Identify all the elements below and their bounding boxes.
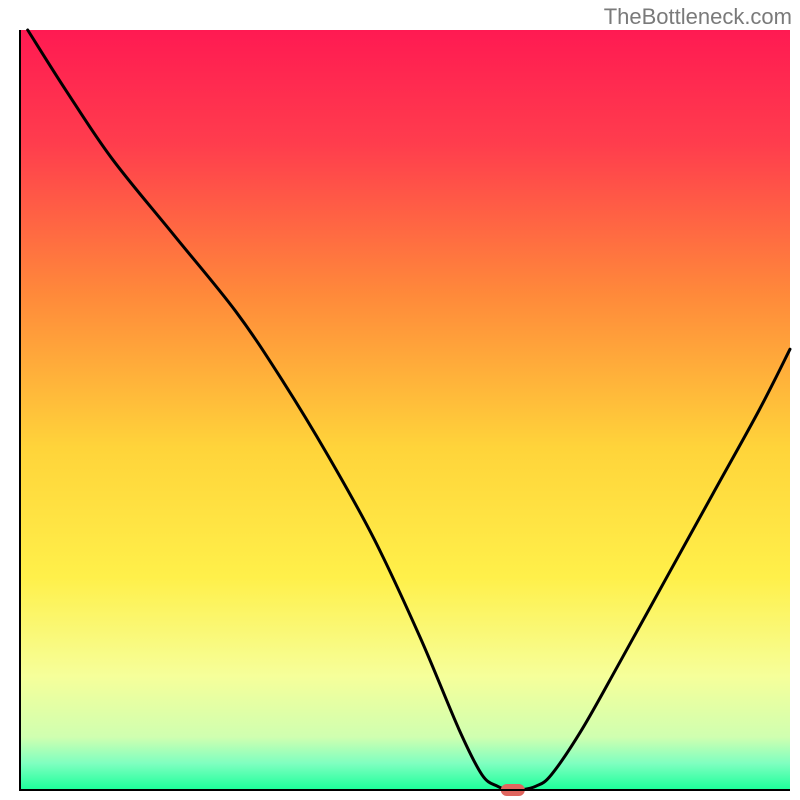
watermark-text: TheBottleneck.com [604, 4, 792, 30]
gradient-background [20, 30, 790, 790]
bottleneck-chart: TheBottleneck.com [0, 0, 800, 800]
chart-svg [0, 0, 800, 800]
